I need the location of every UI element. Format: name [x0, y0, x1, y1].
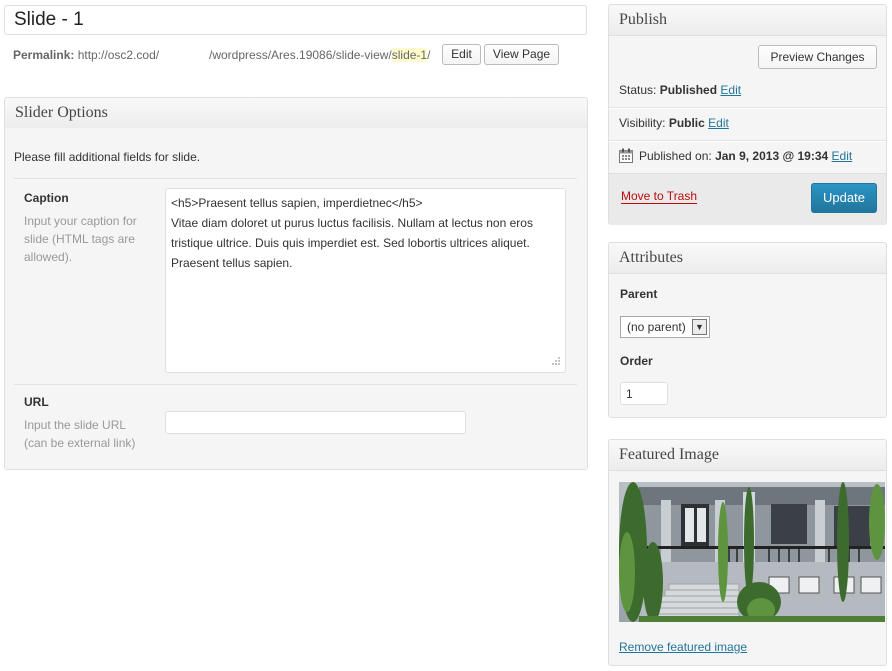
remove-featured-image-link[interactable]: Remove featured image [619, 640, 747, 654]
resize-handle-icon[interactable] [549, 356, 561, 368]
status-row: Status: Published Edit [619, 83, 741, 97]
visibility-label: Visibility: [619, 116, 666, 130]
slider-options-heading: Slider Options [5, 98, 587, 129]
update-button[interactable]: Update [811, 183, 877, 213]
divider [609, 108, 886, 109]
parent-label: Parent [620, 287, 658, 301]
visibility-value: Public [668, 116, 705, 130]
parent-select[interactable]: (no parent) ▼ [620, 316, 710, 338]
published-value: Jan 9, 2013 @ 19:34 [715, 149, 829, 163]
permalink-label: Permalink: [13, 48, 75, 62]
visibility-edit-link[interactable]: Edit [708, 116, 729, 130]
divider [14, 384, 577, 385]
permalink-base-url: http://osc2.cod/ [77, 48, 160, 62]
edit-permalink-button[interactable]: Edit [442, 44, 481, 65]
published-edit-link[interactable]: Edit [832, 149, 853, 163]
slider-options-intro: Please fill additional fields for slide. [14, 150, 201, 164]
attributes-heading: Attributes [609, 243, 886, 274]
chevron-down-icon[interactable]: ▼ [692, 319, 707, 335]
permalink-path-group: /wordpress/Ares.19086/slide-view/slide-1… [209, 45, 430, 65]
view-page-button[interactable]: View Page [484, 44, 559, 65]
featured-image-thumbnail[interactable] [619, 482, 885, 622]
permalink-base: Permalink: http://osc2.cod/ [13, 45, 159, 65]
move-to-trash-link[interactable]: Move to Trash [621, 189, 698, 204]
status-edit-link[interactable]: Edit [720, 83, 741, 97]
caption-label: Caption [24, 191, 69, 205]
status-label: Status: [619, 83, 657, 97]
preview-changes-button[interactable]: Preview Changes [758, 45, 877, 69]
caption-textarea[interactable]: <h5>Praesent tellus sapien, imperdietnec… [165, 188, 566, 373]
url-help: Input the slide URL (can be external lin… [24, 418, 136, 450]
order-label: Order [620, 354, 653, 368]
published-label: Published on: [639, 149, 712, 163]
publish-heading: Publish [609, 5, 886, 36]
caption-help: Input your caption for slide (HTML tags … [24, 214, 137, 264]
featured-image-heading: Featured Image [609, 440, 886, 471]
url-label: URL [24, 395, 49, 409]
published-row: Published on: Jan 9, 2013 @ 19:34 Edit [639, 149, 852, 163]
divider [609, 141, 886, 142]
permalink-path: /wordpress/Ares.19086/slide-view/ [209, 48, 392, 62]
divider [14, 178, 577, 179]
status-value: Published [659, 83, 718, 97]
parent-select-value: (no parent) [627, 320, 686, 334]
visibility-row: Visibility: Public Edit [619, 116, 729, 130]
calendar-icon [619, 148, 633, 163]
permalink-trail: / [427, 48, 431, 62]
order-input[interactable]: 1 [620, 382, 668, 405]
url-input[interactable] [165, 411, 466, 434]
permalink-slug[interactable]: slide-1 [391, 48, 428, 62]
title-input[interactable]: Slide - 1 [4, 5, 587, 35]
